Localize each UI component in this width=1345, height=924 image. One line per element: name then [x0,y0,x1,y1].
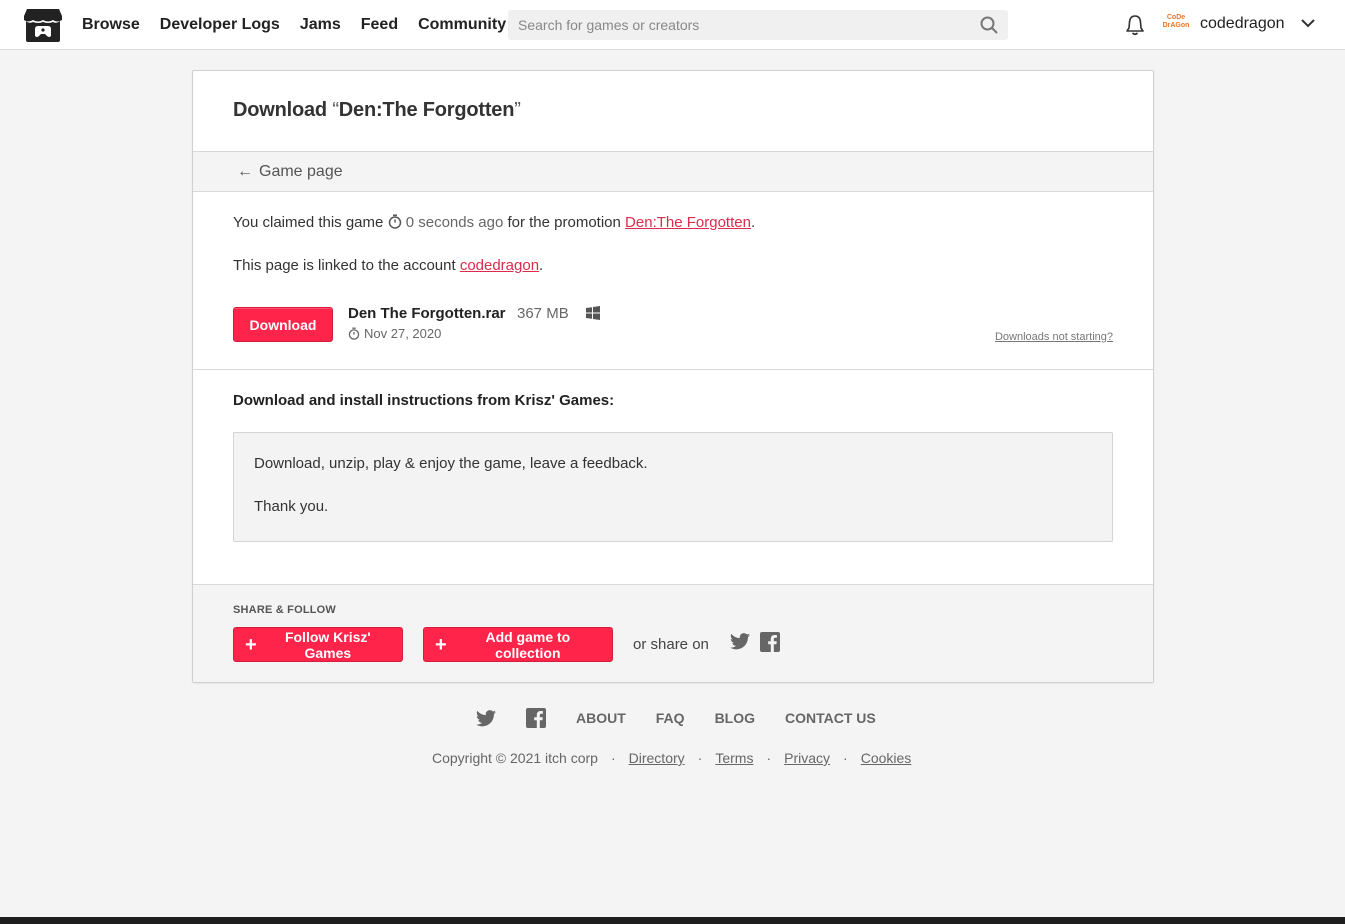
account-link[interactable]: codedragon [460,257,539,274]
instructions-section: Download and install instructions from K… [193,370,1153,585]
search-icon[interactable] [980,16,998,34]
terms-link[interactable]: Terms [715,750,753,766]
follow-button[interactable]: + Follow Krisz' Games [233,627,403,662]
downloads-not-starting-link[interactable]: Downloads not starting? [995,331,1113,343]
stopwatch-icon [348,327,360,340]
game-page-label: Game page [259,162,343,180]
username[interactable]: codedragon [1200,15,1285,33]
facebook-icon[interactable] [526,708,546,728]
follow-label: Follow Krisz' Games [284,628,371,661]
top-navbar: Browse Developer Logs Jams Feed Communit… [0,0,1345,50]
footer-blog-link[interactable]: BLOG [715,710,755,726]
cookies-link[interactable]: Cookies [861,750,912,766]
instructions-box: Download, unzip, play & enjoy the game, … [233,432,1113,542]
instructions-line: Download, unzip, play & enjoy the game, … [254,455,648,472]
file-size: 367 MB [517,305,569,322]
main-nav: Browse Developer Logs Jams Feed Communit… [82,0,526,50]
separator: · [697,750,703,766]
title-prefix: Download [233,99,327,121]
nav-browse[interactable]: Browse [82,16,140,34]
nav-jams[interactable]: Jams [300,16,341,34]
close-quote: ” [514,99,521,121]
page-title: Download “Den:The Forgotten” [233,99,1113,122]
plus-icon: + [245,633,257,656]
promotion-link[interactable]: Den:The Forgotten [625,214,751,231]
twitter-icon[interactable] [476,709,496,727]
linked-account-text: This page is linked to the account coded… [233,257,544,274]
instructions-line: Thank you. [254,498,329,515]
directory-link[interactable]: Directory [629,750,685,766]
nav-community[interactable]: Community [418,16,506,34]
claim-text-start: You claimed this game [233,214,384,231]
download-card: Download “Den:The Forgotten” ← Game page… [192,70,1154,683]
separator: · [610,750,616,766]
plus-icon: + [435,633,447,656]
twitter-icon[interactable] [730,633,750,650]
avatar[interactable]: CoDe DrAGon [1162,14,1190,34]
footer-faq-link[interactable]: FAQ [656,710,685,726]
footer-copyright: Copyright © 2021 itch corp · Directory ·… [432,750,911,766]
facebook-icon[interactable] [760,632,780,652]
search-input[interactable] [508,17,968,33]
add-to-collection-button[interactable]: + Add game to collection [423,627,613,662]
download-button[interactable]: Download [233,307,333,342]
share-follow-section: SHARE & FOLLOW + Follow Krisz' Games + A… [193,585,1153,682]
nav-feed[interactable]: Feed [361,16,398,34]
footer-contact-link[interactable]: CONTACT US [785,710,876,726]
claim-text-end: for the promotion [507,214,621,231]
search-box [508,10,1008,40]
footer-links: ABOUT FAQ BLOG CONTACT US [476,706,906,730]
arrow-left-icon: ← [237,162,253,180]
chevron-down-icon[interactable] [1300,17,1316,29]
linked-text: This page is linked to the account [233,257,456,274]
copyright-text: Copyright © 2021 itch corp [432,750,598,766]
game-title: Den:The Forgotten [338,99,515,121]
file-name: Den The Forgotten.rar [348,305,506,322]
instructions-heading: Download and install instructions from K… [233,392,615,409]
bottom-bar [0,917,1345,924]
share-follow-title: SHARE & FOLLOW [233,604,337,616]
nav-developer-logs[interactable]: Developer Logs [160,16,280,34]
separator: · [766,750,772,766]
footer-about-link[interactable]: ABOUT [576,710,626,726]
game-page-link[interactable]: ← Game page [193,152,1153,192]
claim-text: You claimed this game 0 seconds ago for … [233,214,756,231]
claim-time: 0 seconds ago [405,214,504,231]
claim-section: You claimed this game 0 seconds ago for … [193,192,1153,370]
file-date-text: Nov 27, 2020 [364,326,442,341]
itch-logo-icon[interactable] [23,7,63,43]
stopwatch-icon [388,214,401,229]
collection-label: Add game to collection [485,628,571,661]
separator: · [843,750,848,766]
card-header: Download “Den:The Forgotten” [193,71,1153,152]
windows-icon [586,306,600,320]
notifications-bell-icon[interactable] [1125,14,1145,36]
file-date: Nov 27, 2020 [348,326,441,341]
privacy-link[interactable]: Privacy [784,750,830,766]
or-share-text: or share on [633,636,709,653]
